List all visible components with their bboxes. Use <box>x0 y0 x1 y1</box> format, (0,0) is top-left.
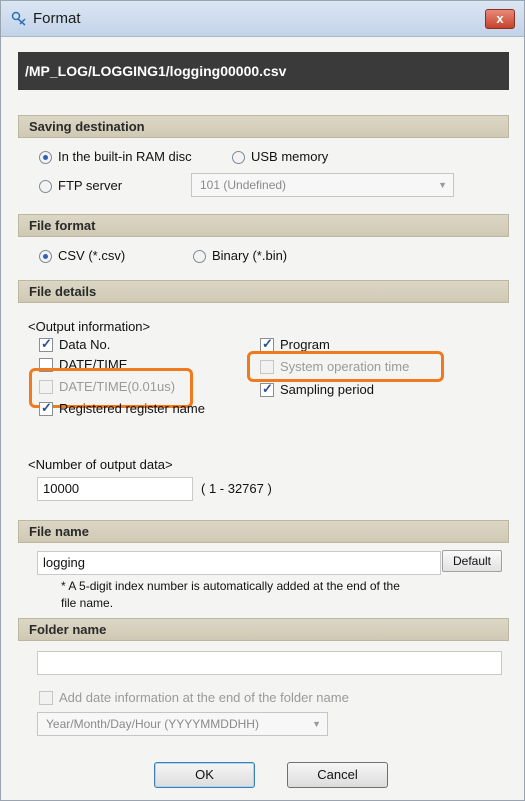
radio-ftp-server-label[interactable]: FTP server <box>58 178 122 193</box>
chevron-down-icon: ▼ <box>438 180 447 190</box>
radio-usb-memory[interactable] <box>232 151 245 164</box>
checkbox-date-time-001us[interactable] <box>39 380 53 394</box>
output-information-label: <Output information> <box>28 319 151 334</box>
radio-usb-memory-label[interactable]: USB memory <box>251 149 328 164</box>
number-of-output-data-label: <Number of output data> <box>28 457 173 472</box>
checkbox-registered-register-name[interactable] <box>39 400 53 416</box>
radio-csv-label[interactable]: CSV (*.csv) <box>58 248 125 263</box>
file-name-note-line1: * A 5-digit index number is automaticall… <box>61 579 400 593</box>
file-name-note-line2: file name. <box>61 596 114 610</box>
radio-builtin-ram[interactable] <box>39 151 52 164</box>
default-button[interactable]: Default <box>442 550 502 572</box>
radio-csv[interactable] <box>39 250 52 263</box>
checkbox-program-label[interactable]: Program <box>280 337 330 352</box>
checkbox-add-date-info-label[interactable]: Add date information at the end of the f… <box>59 690 349 705</box>
checkbox-data-no-label[interactable]: Data No. <box>59 337 110 352</box>
section-title: File details <box>29 284 97 299</box>
date-format-select-value: Year/Month/Day/Hour (YYYYMMDDHH) <box>46 717 259 731</box>
cancel-button[interactable]: Cancel <box>287 762 388 788</box>
format-dialog: Format x /MP_LOG/LOGGING1/logging00000.c… <box>0 0 525 801</box>
section-title: Folder name <box>29 622 107 637</box>
checkbox-system-operation-time-label[interactable]: System operation time <box>280 359 409 374</box>
checkbox-data-no[interactable] <box>39 336 53 352</box>
radio-ftp-server[interactable] <box>39 180 52 193</box>
section-title: Saving destination <box>29 119 145 134</box>
section-file-format: File format <box>18 214 509 237</box>
folder-name-input[interactable] <box>37 651 502 675</box>
radio-binary[interactable] <box>193 250 206 263</box>
radio-binary-label[interactable]: Binary (*.bin) <box>212 248 287 263</box>
section-title: File name <box>29 524 89 539</box>
checkbox-date-time-001us-label[interactable]: DATE/TIME(0.01us) <box>59 379 175 394</box>
ftp-server-select-value: 101 (Undefined) <box>200 178 287 192</box>
checkbox-program[interactable] <box>260 336 274 352</box>
section-title: File format <box>29 218 96 233</box>
checkbox-add-date-info[interactable] <box>39 691 53 705</box>
output-count-input[interactable]: 10000 <box>37 477 193 501</box>
checkbox-registered-register-name-label[interactable]: Registered register name <box>59 401 205 416</box>
section-file-name: File name <box>18 520 509 543</box>
section-saving-destination: Saving destination <box>18 115 509 138</box>
section-folder-name: Folder name <box>18 618 509 641</box>
radio-builtin-ram-label[interactable]: In the built-in RAM disc <box>58 149 192 164</box>
close-button[interactable]: x <box>485 9 515 29</box>
file-name-input[interactable]: logging <box>37 551 441 575</box>
output-count-range: ( 1 - 32767 ) <box>201 481 272 496</box>
section-file-details: File details <box>18 280 509 303</box>
checkbox-sampling-period-label[interactable]: Sampling period <box>280 382 374 397</box>
checkbox-sampling-period[interactable] <box>260 381 274 397</box>
ftp-server-select[interactable]: 101 (Undefined) ▼ <box>191 173 454 197</box>
file-path-display: /MP_LOG/LOGGING1/logging00000.csv <box>18 52 509 90</box>
chevron-down-icon: ▼ <box>312 719 321 729</box>
ok-button[interactable]: OK <box>154 762 255 788</box>
title-bar[interactable]: Format x <box>1 1 524 37</box>
date-format-select[interactable]: Year/Month/Day/Hour (YYYYMMDDHH) ▼ <box>37 712 328 736</box>
format-icon <box>11 11 26 26</box>
checkbox-system-operation-time[interactable] <box>260 360 274 374</box>
window-title: Format <box>33 10 81 27</box>
